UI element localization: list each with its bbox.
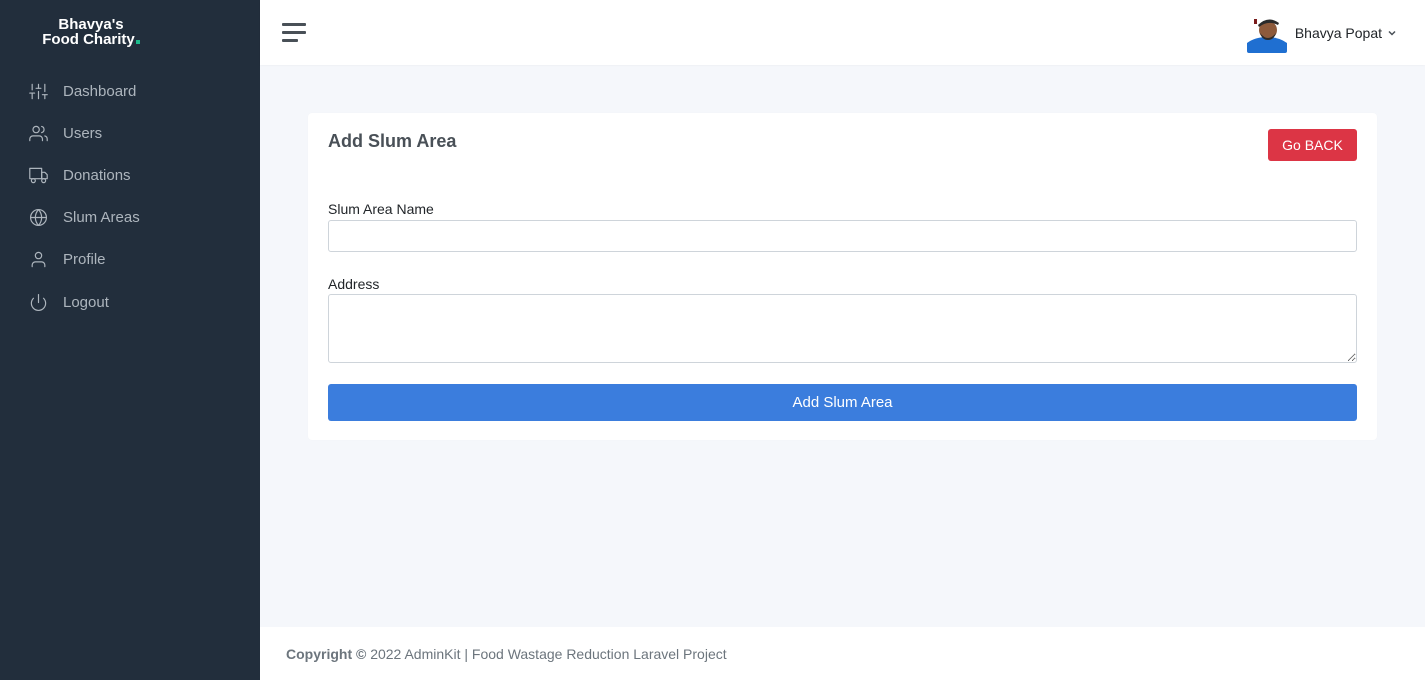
address-label: Address [328,276,380,292]
footer-copyright: Copyright © [286,646,367,662]
brand-line-1: Bhavya's [58,16,124,33]
go-back-button[interactable]: Go BACK [1268,129,1357,161]
footer-description: 2022 AdminKit | Food Wastage Reduction L… [366,646,727,662]
sidebar-item-label: Donations [63,166,131,184]
sidebar-item-label: Users [63,124,103,142]
slum-area-name-input[interactable] [328,220,1357,252]
brand-dot [135,40,140,44]
user-menu[interactable]: Bhavya Popat [1246,13,1397,53]
footer-text: Copyright © 2022 AdminKit | Food Wastage… [286,646,727,662]
sidebar-item-label: Dashboard [63,82,137,100]
globe-icon [28,208,48,228]
user-icon [28,250,48,270]
sidebar-item-profile[interactable]: Profile [0,239,260,281]
truck-icon [28,165,48,185]
avatar [1246,13,1287,53]
sliders-icon [28,81,48,101]
card-title: Add Slum Area [328,131,457,151]
sidebar-item-dashboard[interactable]: Dashboard [0,70,260,112]
brand-logo[interactable]: Bhavya's Food Charity [0,17,182,47]
sidebar-item-users[interactable]: Users [0,112,260,154]
sidebar: Bhavya's Food Charity Dashboard Users Do… [0,0,260,680]
user-name: Bhavya Popat [1294,25,1382,41]
brand-line-2: Food Charity [42,31,135,48]
chevron-down-icon [1388,30,1396,36]
sidebar-nav: Dashboard Users Donations Slum Areas Pro… [0,70,260,323]
power-icon [28,292,48,312]
sidebar-item-donations[interactable]: Donations [0,154,260,196]
sidebar-item-label: Slum Areas [63,209,140,227]
sidebar-item-logout[interactable]: Logout [0,281,260,323]
topbar: Bhavya Popat [260,0,1425,65]
address-textarea[interactable] [328,294,1357,363]
menu-toggle-icon[interactable] [282,23,306,43]
sidebar-item-label: Logout [63,293,109,311]
add-slum-area-button[interactable]: Add Slum Area [328,384,1357,421]
sidebar-item-label: Profile [63,251,106,269]
footer: Copyright © 2022 AdminKit | Food Wastage… [260,627,1425,680]
users-icon [28,123,48,143]
add-slum-area-card: Add Slum Area Go BACK Slum Area Name Add… [308,113,1377,440]
slum-area-name-label: Slum Area Name [328,201,434,217]
sidebar-item-slum-areas[interactable]: Slum Areas [0,197,260,239]
